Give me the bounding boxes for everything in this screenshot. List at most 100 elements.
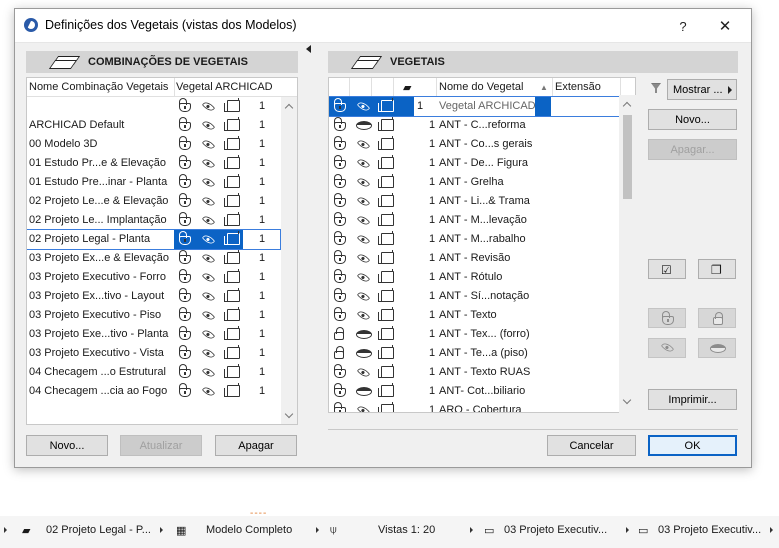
delete-combination-button[interactable]: Apagar [215,435,297,456]
column-separator[interactable] [552,78,553,97]
eye-open-icon[interactable] [356,289,371,304]
lock-open-icon[interactable] [179,117,191,131]
arrow-right-icon[interactable] [316,527,319,533]
eye-open-icon[interactable] [201,137,216,152]
layer-wireframe-icon[interactable] [224,326,240,340]
layer-wireframe-icon[interactable] [224,345,240,359]
layer-row[interactable]: 1 ANT - De... Figura [329,154,620,173]
intersection-group-value[interactable]: 1 [259,119,265,131]
lock-closed-icon[interactable] [334,327,344,340]
layer-row[interactable]: 1 ANT - C...reforma [329,116,620,135]
sort-ascending-icon[interactable]: ▲ [540,83,548,92]
lock-open-icon[interactable] [179,364,191,378]
arrow-right-icon[interactable] [626,527,629,533]
layer-wireframe-icon[interactable] [224,383,240,397]
intersection-group-value[interactable]: 1 [429,385,435,397]
column-separator[interactable] [349,78,350,97]
lock-open-icon[interactable] [179,345,191,359]
eye-open-icon[interactable] [201,308,216,323]
lock-closed-icon[interactable] [334,346,344,359]
lock-open-icon[interactable] [179,98,191,112]
layer-wireframe-icon[interactable] [378,288,394,302]
intersection-group-icon[interactable]: ▰ [403,81,411,94]
close-button[interactable]: ✕ [705,13,745,39]
layer-wireframe-icon[interactable] [378,383,394,397]
combination-row[interactable]: 03 Projeto Ex...tivo - Layout 1 [27,287,280,306]
lock-open-icon[interactable] [179,212,191,226]
layer-wireframe-icon[interactable] [378,193,394,207]
ok-button[interactable]: OK [648,435,737,456]
scroll-down-icon[interactable] [623,397,632,406]
lock-open-icon[interactable] [334,117,346,131]
view-selector-1[interactable]: 03 Projeto Executiv... [504,524,607,536]
intersection-group-value[interactable]: 1 [429,195,435,207]
layer-wireframe-icon[interactable] [378,117,394,131]
layer-wireframe-icon[interactable] [378,307,394,321]
layer-wireframe-icon[interactable] [378,136,394,150]
layer-row[interactable]: 1 ANT- Cot...biliario [329,382,620,401]
eye-open-icon[interactable] [201,118,216,133]
lock-open-icon[interactable] [334,231,346,245]
new-layer-button[interactable]: Novo... [648,109,737,130]
layer-row[interactable]: 1 ANT - Li...& Trama [329,192,620,211]
eye-closed-icon[interactable] [356,330,372,339]
lock-open-icon[interactable] [334,212,346,226]
combination-row[interactable]: 01 Estudo Pr...e & Elevação 1 [27,154,280,173]
collapse-panel-icon[interactable] [306,45,311,53]
new-combination-button[interactable]: Novo... [26,435,108,456]
eye-open-icon[interactable] [356,156,371,171]
intersection-group-value[interactable]: 1 [259,195,265,207]
print-button[interactable]: Imprimir... [648,389,737,410]
combination-row[interactable]: 04 Checagem ...o Estrutural 1 [27,363,280,382]
combination-row[interactable]: 02 Projeto Le...e & Elevação 1 [27,192,280,211]
model-view-selector[interactable]: Modelo Completo [206,524,292,536]
intersection-group-value[interactable]: 1 [259,214,265,226]
layers-header[interactable]: VEGETAIS [328,51,738,73]
layer-wireframe-icon[interactable] [224,364,240,378]
eye-open-icon[interactable] [201,175,216,190]
eye-open-icon[interactable] [356,403,371,412]
combination-row[interactable]: 03 Projeto Exe...tivo - Planta 1 [27,325,280,344]
combinations-scrollbar[interactable] [281,97,297,424]
col-extension[interactable]: Extensão [555,81,601,93]
column-separator[interactable] [371,78,372,97]
layer-row[interactable]: 1 ANT - Co...s gerais [329,135,620,154]
eye-closed-icon[interactable] [356,387,372,396]
combination-row[interactable]: 01 Estudo Pre...inar - Planta 1 [27,173,280,192]
lock-open-icon[interactable] [334,269,346,283]
lock-open-icon[interactable] [334,98,346,112]
layer-wireframe-icon[interactable] [224,269,240,283]
layer-row[interactable]: 1 Vegetal ARCHICAD [329,96,621,117]
layer-row[interactable]: 1 ARQ - Cobertura [329,401,620,412]
layer-wireframe-icon[interactable] [378,231,394,245]
scroll-up-icon[interactable] [623,101,632,110]
intersection-group-value[interactable]: 1 [429,119,435,131]
eye-open-icon[interactable] [201,213,216,228]
column-separator[interactable] [393,78,394,97]
intersection-group-value[interactable]: 1 [259,366,265,378]
combination-row[interactable]: 04 Checagem ...cia ao Fogo 1 [27,382,280,401]
lock-open-icon[interactable] [179,193,191,207]
intersection-group-value[interactable]: 1 [259,347,265,359]
layer-wireframe-icon[interactable] [378,98,394,112]
layer-wireframe-icon[interactable] [224,117,240,131]
intersection-group-value[interactable]: 1 [259,176,265,188]
intersection-group-value[interactable]: 1 [429,404,435,412]
layer-wireframe-icon[interactable] [224,212,240,226]
scale-selector[interactable]: Vistas 1: 20 [378,524,435,536]
combination-row[interactable]: 03 Projeto Executivo - Piso 1 [27,306,280,325]
lock-open-icon[interactable] [334,155,346,169]
layer-row[interactable]: 1 ANT - Tex... (forro) [329,325,620,344]
layer-combination-selector[interactable]: 02 Projeto Legal - P... [46,524,151,536]
lock-open-icon[interactable] [334,193,346,207]
intersection-group-value[interactable]: 1 [429,176,435,188]
intersection-group-value[interactable]: 1 [429,347,435,359]
eye-open-icon[interactable] [201,156,216,171]
select-all-button[interactable]: ☑ [648,259,686,279]
lock-open-icon[interactable] [179,307,191,321]
intersection-group-value[interactable]: 1 [429,214,435,226]
col-archicad-layer[interactable]: Vegetal ARCHICAD [176,81,273,93]
lock-open-icon[interactable] [179,231,191,245]
intersection-group-value[interactable]: 1 [259,157,265,169]
layer-wireframe-icon[interactable] [378,212,394,226]
